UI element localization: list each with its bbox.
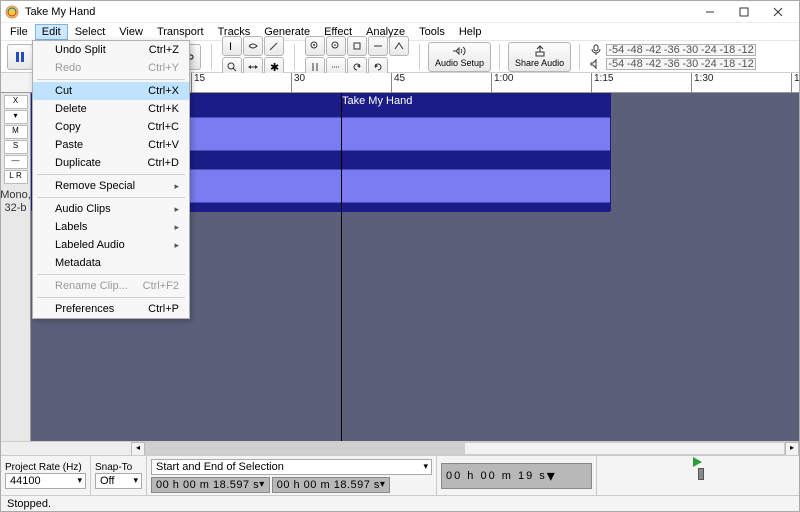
track-control-panel[interactable]: X ▾ M S — L R Mono,32-b — [1, 93, 31, 441]
scroll-right-button[interactable]: ▸ — [785, 442, 799, 456]
selection-toolbar: Project Rate (Hz) 44100 Snap-To Off Star… — [1, 455, 799, 495]
envelope-tool[interactable] — [243, 36, 263, 56]
edit-tools-group — [303, 36, 411, 77]
edit-menu-cut[interactable]: CutCtrl+X — [33, 82, 189, 100]
project-rate-select[interactable]: 44100 — [5, 473, 86, 489]
edit-menu-metadata[interactable]: Metadata — [33, 254, 189, 272]
zoom-in-button[interactable] — [305, 36, 325, 56]
snap-label: Snap-To — [95, 462, 142, 473]
tools-group: I ✱ — [220, 36, 286, 77]
scroll-left-button[interactable]: ◂ — [131, 442, 145, 456]
edit-menu-rename-clip-: Rename Clip...Ctrl+F2 — [33, 277, 189, 295]
playback-meter[interactable]: -54-48-42-36-30-24-18-12-6 — [606, 58, 756, 70]
svg-text:I: I — [229, 41, 232, 51]
menu-tools[interactable]: Tools — [412, 24, 452, 40]
scrollbar-track[interactable] — [145, 442, 785, 455]
menu-file[interactable]: File — [3, 24, 35, 40]
menu-transport[interactable]: Transport — [150, 24, 211, 40]
ruler-tick: 45 — [391, 73, 405, 93]
menu-edit[interactable]: Edit — [35, 24, 68, 40]
minimize-button[interactable] — [693, 2, 727, 22]
horizontal-scrollbar[interactable]: ◂ ▸ — [1, 441, 799, 455]
window-titlebar: Take My Hand — [1, 1, 799, 23]
edit-menu-audio-clips[interactable]: Audio Clips — [33, 200, 189, 218]
pan-slider[interactable]: L R — [4, 170, 28, 184]
edit-menu-duplicate[interactable]: DuplicateCtrl+D — [33, 154, 189, 172]
project-rate-label: Project Rate (Hz) — [5, 462, 86, 473]
audio-position-time[interactable]: 00 h 00 m 19 s▾ — [441, 463, 592, 489]
selection-start-time[interactable]: 00 h 00 m 18.597 s▾ — [151, 477, 270, 493]
ruler-tick: 1:45 — [791, 73, 800, 93]
ruler-tick: 30 — [291, 73, 305, 93]
play-at-speed-button[interactable] — [692, 456, 704, 468]
edit-menu-labeled-audio[interactable]: Labeled Audio — [33, 236, 189, 254]
menu-view[interactable]: View — [112, 24, 150, 40]
fit-selection-button[interactable] — [347, 36, 367, 56]
edit-menu-copy[interactable]: CopyCtrl+C — [33, 118, 189, 136]
track-format-info: Mono,32-b — [1, 189, 31, 215]
record-meter[interactable]: -54-48-42-36-30-24-18-12-6 — [606, 44, 756, 56]
zoom-toggle-button[interactable] — [389, 36, 409, 56]
solo-button[interactable]: S — [4, 140, 28, 154]
selection-end-time[interactable]: 00 h 00 m 18.597 s▾ — [272, 477, 391, 493]
app-icon — [5, 5, 19, 19]
fit-project-button[interactable] — [368, 36, 388, 56]
playhead-cursor[interactable] — [341, 93, 342, 441]
ruler-tick: 1:30 — [691, 73, 713, 93]
ruler-tick: 1:15 — [591, 73, 613, 93]
zoom-out-button[interactable] — [326, 36, 346, 56]
ruler-tick: 1:00 — [491, 73, 513, 93]
menu-help[interactable]: Help — [452, 24, 489, 40]
menu-select[interactable]: Select — [68, 24, 113, 40]
svg-text:✱: ✱ — [270, 62, 279, 72]
edit-menu-delete[interactable]: DeleteCtrl+K — [33, 100, 189, 118]
track-menu-button[interactable]: ▾ — [4, 110, 28, 124]
selection-mode-select[interactable]: Start and End of Selection — [151, 459, 432, 475]
edit-menu-paste[interactable]: PasteCtrl+V — [33, 136, 189, 154]
audio-setup-button[interactable]: Audio Setup — [428, 42, 491, 72]
edit-menu-redo: RedoCtrl+Y — [33, 59, 189, 77]
edit-menu-undo-split[interactable]: Undo SplitCtrl+Z — [33, 41, 189, 59]
maximize-button[interactable] — [727, 2, 761, 22]
ruler-tick: 15 — [191, 73, 205, 93]
close-button[interactable] — [761, 2, 795, 22]
edit-menu-preferences[interactable]: PreferencesCtrl+P — [33, 300, 189, 318]
mute-button[interactable]: M — [4, 125, 28, 139]
mic-icon[interactable] — [590, 44, 604, 56]
status-bar: Stopped. — [1, 495, 799, 511]
share-audio-button[interactable]: Share Audio — [508, 42, 571, 72]
share-audio-label: Share Audio — [515, 58, 564, 68]
audio-setup-label: Audio Setup — [435, 58, 484, 68]
pause-button[interactable] — [7, 44, 33, 70]
edit-menu-labels[interactable]: Labels — [33, 218, 189, 236]
edit-menu-dropdown: Undo SplitCtrl+ZRedoCtrl+Y CutCtrl+XDelet… — [32, 40, 190, 319]
snap-select[interactable]: Off — [95, 473, 142, 489]
speaker-icon[interactable] — [590, 58, 604, 70]
meters-group: -54-48-42-36-30-24-18-12-6 -54-48-42-36-… — [588, 44, 758, 70]
edit-menu-remove-special[interactable]: Remove Special — [33, 177, 189, 195]
timeline-scale[interactable]: 15 30 45 1:00 1:15 1:30 1:45 — [131, 73, 799, 92]
selection-tool[interactable]: I — [222, 36, 242, 56]
track-close-button[interactable]: X — [4, 95, 28, 109]
gain-slider[interactable]: — — [4, 155, 28, 169]
scrollbar-thumb[interactable] — [146, 443, 465, 454]
draw-tool[interactable] — [264, 36, 284, 56]
status-text: Stopped. — [7, 498, 51, 510]
window-title: Take My Hand — [25, 6, 693, 18]
